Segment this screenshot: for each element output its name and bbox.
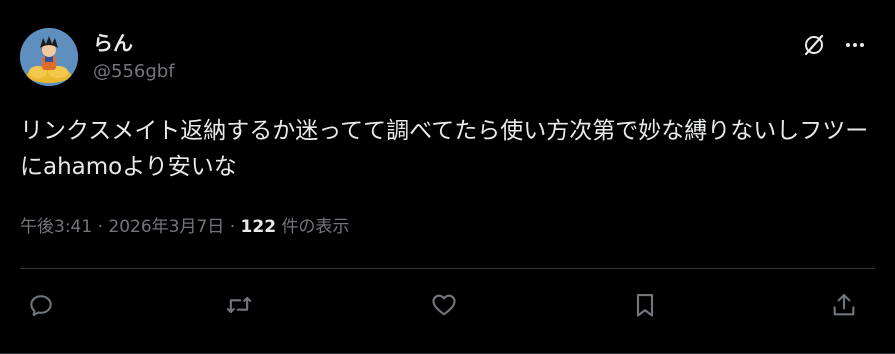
views-label: 件の表示: [281, 217, 350, 237]
meta-separator: ·: [97, 217, 103, 237]
divider: [20, 268, 875, 269]
bookmark-button[interactable]: [628, 288, 662, 322]
tweet-date[interactable]: 2026年3月7日: [108, 217, 224, 237]
more-icon: [846, 43, 864, 47]
tweet-card: らん @556gbf リンクスメイト返納するか迷ってて調べてたら使い方次第で妙な…: [0, 0, 895, 354]
tweet-time[interactable]: 午後3:41: [20, 217, 92, 237]
views-count[interactable]: 122: [241, 217, 277, 237]
display-name[interactable]: らん: [93, 30, 133, 56]
grok-button[interactable]: [800, 31, 828, 59]
more-options-button[interactable]: [840, 31, 870, 59]
like-button[interactable]: [427, 288, 461, 322]
avatar-image: [20, 28, 78, 86]
bookmark-icon: [636, 294, 654, 317]
reply-icon: [30, 295, 52, 316]
grok-icon: [804, 34, 824, 56]
retweet-icon: [226, 296, 252, 314]
user-handle[interactable]: @556gbf: [93, 60, 175, 84]
meta-separator: ·: [229, 217, 236, 237]
share-button[interactable]: [827, 288, 861, 322]
reply-button[interactable]: [24, 288, 58, 322]
tweet-text: リンクスメイト返納するか迷ってて調べてたら使い方次第で妙な縛りないしフツーにah…: [20, 118, 869, 180]
share-icon: [833, 294, 855, 316]
avatar[interactable]: [20, 28, 78, 86]
retweet-button[interactable]: [222, 288, 256, 322]
tweet-meta: 午後3:41 · 2026年3月7日 · 122 件の表示: [20, 214, 349, 240]
like-icon: [432, 294, 456, 316]
